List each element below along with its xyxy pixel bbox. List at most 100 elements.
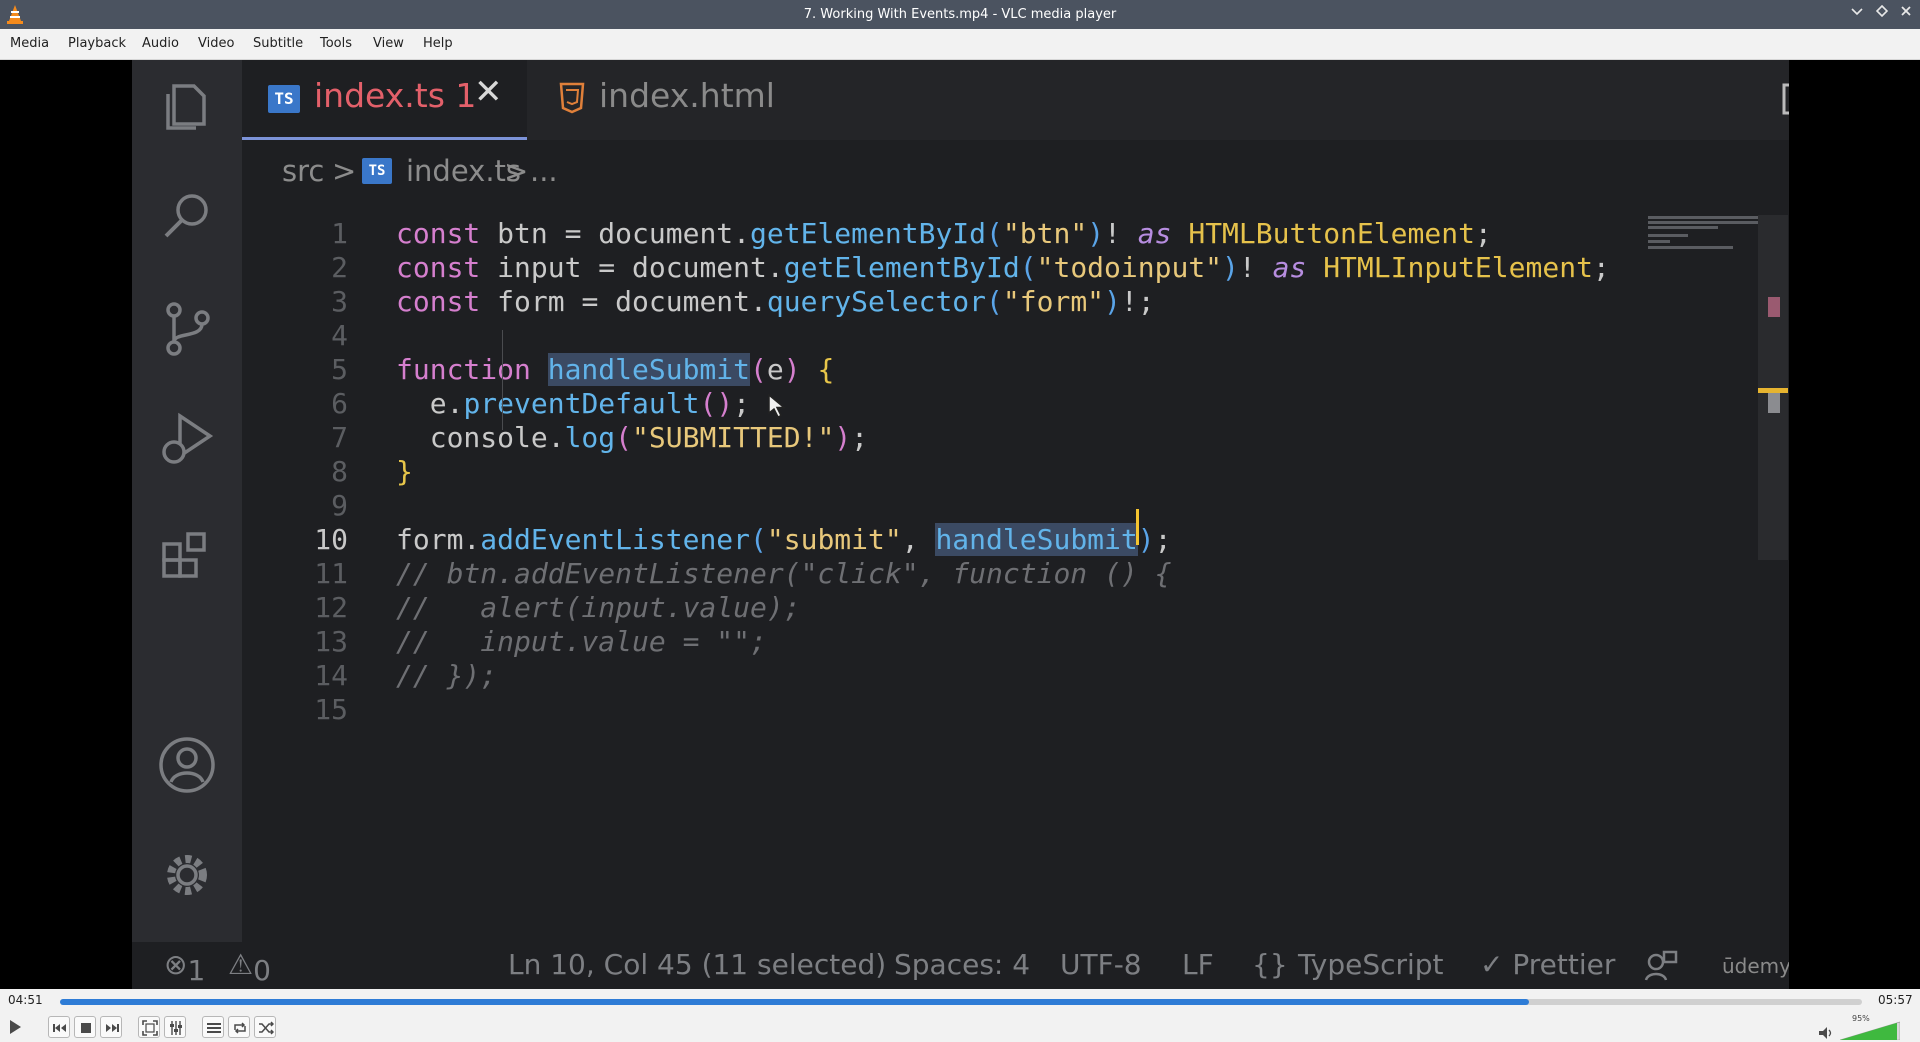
line-number: 1 [331, 217, 348, 250]
play-icon [10, 1020, 21, 1034]
language-mode: TypeScript [1298, 948, 1444, 981]
line-number: 5 [331, 353, 348, 386]
minimap [1648, 216, 1758, 249]
code-line: // alert(input.value); [396, 591, 801, 624]
source-control-icon [166, 302, 210, 356]
tab-label: index.ts 1 [314, 76, 477, 115]
playback-controls: 95% [0, 1012, 1920, 1042]
editor-tab-bar: TS index.ts 1 ✕ index.html ··· [242, 60, 1789, 140]
account-icon [159, 737, 215, 793]
encoding-setting: UTF-8 [1060, 948, 1142, 981]
explorer-icon [166, 84, 206, 130]
line-number: 2 [331, 251, 348, 284]
eol-setting: LF [1182, 948, 1214, 981]
code-line: const form = document.querySelector("for… [396, 285, 1155, 318]
window-title: 7. Working With Events.mp4 - VLC media p… [803, 7, 1117, 22]
code-line: form.addEventListener("submit", handleSu… [396, 523, 1172, 556]
seek-progress [60, 999, 1529, 1005]
menu-tools[interactable]: Tools [320, 29, 352, 59]
text-cursor [1136, 509, 1139, 545]
indentation-setting: Spaces: 4 [894, 948, 1031, 981]
line-number: 9 [331, 489, 348, 522]
maximize-icon[interactable] [1872, 4, 1892, 24]
language-braces: {} [1252, 948, 1288, 981]
next-icon [106, 1024, 119, 1032]
line-number: 6 [331, 387, 348, 420]
line-number: 11 [314, 557, 348, 590]
menu-audio[interactable]: Audio [142, 29, 179, 59]
close-icon[interactable] [1896, 4, 1916, 24]
warnings-indicator: ⚠ 0 [228, 948, 271, 987]
code-editor: 1 2 3 4 5 6 7 8 9 10 11 12 13 14 15 cons… [242, 200, 1632, 880]
playlist-icon [207, 1023, 221, 1033]
equalizer-icon [170, 1021, 182, 1035]
previous-button[interactable] [48, 1016, 70, 1038]
line-number: 7 [331, 421, 348, 454]
menu-view[interactable]: View [373, 29, 404, 59]
previous-icon [53, 1024, 66, 1032]
errors-indicator: ⊗ 1 [164, 948, 206, 987]
code-line: function handleSubmit(e) { [396, 353, 835, 386]
shuffle-icon [259, 1021, 274, 1035]
indent-guide [502, 330, 503, 430]
udemy-watermark: ūdemy [1722, 954, 1789, 978]
window-titlebar: 7. Working With Events.mp4 - VLC media p… [0, 0, 1920, 29]
breadcrumb-ellipsis: ... [530, 154, 558, 188]
loop-icon [234, 1022, 246, 1034]
line-number: 15 [314, 693, 348, 726]
menu-video[interactable]: Video [198, 29, 234, 59]
next-button[interactable] [100, 1016, 122, 1038]
tab-index-html: index.html [527, 60, 787, 140]
speaker-icon[interactable] [1818, 1026, 1834, 1040]
code-line: console.log("SUBMITTED!"); [396, 421, 869, 454]
settings-gear-icon [167, 855, 207, 895]
tab-label: index.html [599, 76, 775, 115]
menu-playback[interactable]: Playback [68, 29, 126, 59]
menu-help[interactable]: Help [423, 29, 453, 59]
line-number: 13 [314, 625, 348, 658]
loop-button[interactable] [228, 1016, 250, 1038]
menu-subtitle[interactable]: Subtitle [253, 29, 303, 59]
breadcrumb-separator: > [504, 154, 529, 188]
line-number: 3 [331, 285, 348, 318]
editor-scrollbar [1758, 215, 1788, 560]
stop-button[interactable] [74, 1016, 96, 1038]
playlist-button[interactable] [202, 1016, 224, 1038]
menu-bar: Media Playback Audio Video Subtitle Tool… [0, 29, 1920, 60]
line-number: 10 [314, 523, 348, 556]
stop-icon [81, 1023, 91, 1033]
total-time: 05:57 [1878, 993, 1913, 1007]
mouse-pointer-icon [768, 394, 786, 418]
minimize-icon[interactable] [1847, 4, 1867, 24]
video-frame: TS index.ts 1 ✕ index.html ··· src > TS … [132, 60, 1789, 989]
line-number: 4 [331, 319, 348, 352]
elapsed-time: 04:51 [8, 993, 43, 1007]
code-line: e.preventDefault(); [396, 387, 751, 420]
tab-index-ts: TS index.ts 1 ✕ [242, 60, 527, 140]
code-line: // input.value = ""; [396, 625, 767, 658]
line-number: 14 [314, 659, 348, 692]
shuffle-button[interactable] [254, 1016, 276, 1038]
seek-slider[interactable] [60, 999, 1862, 1005]
line-number: 12 [314, 591, 348, 624]
video-area[interactable]: TS index.ts 1 ✕ index.html ··· src > TS … [0, 60, 1920, 989]
prettier-status: ✓ Prettier [1480, 948, 1616, 981]
play-button[interactable] [4, 1016, 26, 1038]
typescript-file-icon: TS [268, 85, 300, 113]
code-line: const btn = document.getElementById("btn… [396, 217, 1492, 250]
menu-media[interactable]: Media [10, 29, 49, 59]
typescript-file-icon: TS [362, 158, 392, 184]
breadcrumb-separator: > [332, 154, 357, 188]
cursor-position: Ln 10, Col 45 (11 selected) [508, 948, 887, 981]
fullscreen-icon [142, 1020, 158, 1036]
tab-close-icon: ✕ [474, 72, 503, 112]
editor-activity-bar [132, 60, 242, 942]
split-editor-icon [1782, 83, 1789, 115]
seek-bar-row: 04:51 05:57 [0, 989, 1920, 1012]
fullscreen-button[interactable] [138, 1016, 160, 1038]
volume-slider[interactable] [1840, 1020, 1900, 1040]
breadcrumb-folder: src [282, 154, 325, 188]
extended-settings-button[interactable] [164, 1016, 186, 1038]
code-line: const input = document.getElementById("t… [396, 251, 1610, 284]
extensions-icon [162, 532, 206, 578]
